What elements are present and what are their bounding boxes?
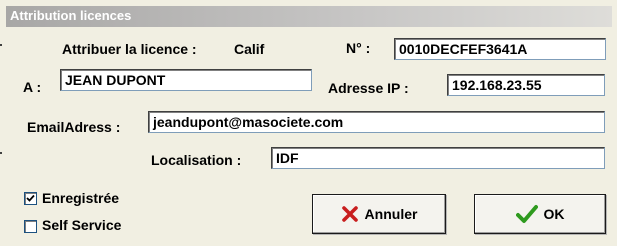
edge-tick (0, 44, 2, 46)
cancel-label: Annuler (364, 206, 418, 222)
edge-tick (0, 152, 2, 154)
cancel-button[interactable]: Annuler (312, 194, 446, 234)
self-service-checkbox[interactable] (24, 220, 37, 233)
license-name-label: Calif (234, 41, 265, 57)
location-label: Localisation : (151, 152, 242, 168)
window-title: Attribution licences (10, 8, 132, 23)
email-label: EmailAdress : (27, 119, 121, 135)
ip-label: Adresse IP : (328, 80, 409, 96)
title-bar: Attribution licences (6, 6, 612, 27)
registered-checkbox[interactable] (24, 192, 37, 205)
to-field[interactable]: JEAN DUPONT (60, 69, 312, 91)
ok-button[interactable]: OK (474, 194, 606, 234)
location-field[interactable]: IDF (271, 147, 605, 169)
red-x-icon (341, 206, 358, 222)
checkmark-icon (26, 194, 35, 202)
to-label: A : (23, 79, 42, 95)
number-field[interactable]: 0010DECFEF3641A (394, 38, 606, 60)
self-service-label: Self Service (42, 217, 122, 233)
dialog-window: Attribution licences Attribuer la licenc… (0, 0, 612, 246)
ok-label: OK (543, 206, 565, 222)
email-field[interactable]: jeandupont@masociete.com (148, 111, 605, 133)
license-prefix-label: Attribuer la licence : (62, 41, 197, 57)
ip-field[interactable]: 192.168.23.55 (447, 74, 605, 96)
green-check-icon (515, 205, 538, 223)
registered-label: Enregistrée (42, 190, 120, 206)
number-label-text: N° : (346, 40, 371, 56)
